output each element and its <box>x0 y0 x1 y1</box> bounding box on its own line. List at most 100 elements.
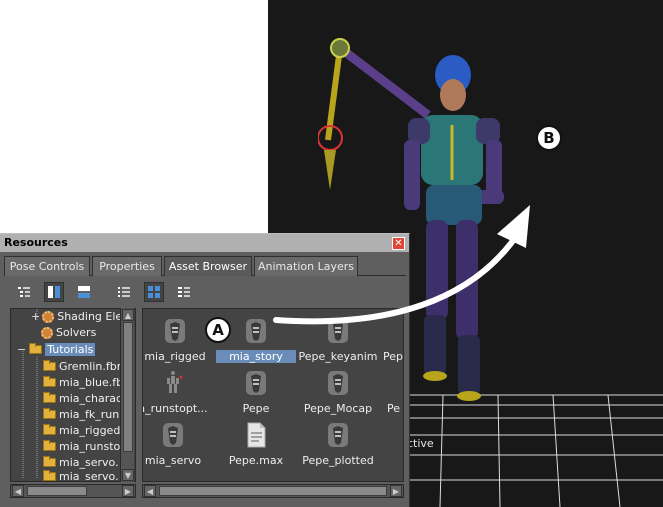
viewer-status-text: ctive <box>407 437 434 450</box>
scroll-left-icon[interactable]: ◀ <box>144 485 156 497</box>
asset-item[interactable]: Pep <box>355 315 403 371</box>
tree-item-label: Gremlin.fbm <box>59 360 128 373</box>
folder-icon <box>43 408 56 419</box>
folder-icon <box>43 470 56 481</box>
asset-item[interactable]: mia_servo <box>143 419 213 475</box>
tree-item-folder[interactable]: mia_rigged <box>43 423 120 438</box>
callout-b: B <box>536 125 562 151</box>
callout-a: A <box>205 317 231 343</box>
folder-icon <box>43 456 56 467</box>
gear-icon <box>42 310 55 323</box>
asset-label: Pepe.max <box>228 454 284 467</box>
asset-item[interactable]: a_runstopt... <box>142 367 213 423</box>
tab-asset-browser[interactable]: Asset Browser <box>164 256 252 276</box>
close-icon: ✕ <box>394 237 403 249</box>
scroll-right-icon[interactable]: ▶ <box>122 485 134 497</box>
tree-vertical-scrollbar[interactable]: ▲ ▼ <box>120 308 134 482</box>
scroll-thumb[interactable] <box>123 322 133 452</box>
icon-view-icon[interactable] <box>144 282 164 302</box>
tree-item-label: mia_charac <box>59 392 123 405</box>
fbx-file-icon <box>328 371 348 395</box>
tree-item-folder[interactable]: mia_servo. <box>43 455 119 470</box>
tree-item-label: mia_servo. <box>59 470 119 482</box>
asset-label: mia_servo <box>144 454 202 467</box>
fbx-file-icon <box>246 371 266 395</box>
title-bar[interactable]: Resources ✕ <box>0 234 409 252</box>
tree-item-label: Shading Ele <box>57 310 123 323</box>
folder-icon <box>43 376 56 387</box>
tab-properties[interactable]: Properties <box>92 256 162 276</box>
resources-window: Resources ✕ Pose Controls Properties Ass… <box>0 233 410 507</box>
fbx-file-icon <box>328 319 348 343</box>
scroll-thumb[interactable] <box>159 486 387 496</box>
folder-icon <box>43 424 56 435</box>
close-button[interactable]: ✕ <box>392 237 405 250</box>
tree-item-label: mia_blue.fb <box>59 376 124 389</box>
tree-item-label: Solvers <box>56 326 97 339</box>
asset-label: mia_story <box>216 350 296 363</box>
window-title: Resources <box>4 236 68 249</box>
asset-label: Pepe <box>242 402 270 415</box>
asset-item[interactable]: Pepe.max <box>216 419 296 475</box>
tab-animation-layers[interactable]: Animation Layers <box>254 256 358 276</box>
callout-a-label: A <box>212 321 224 339</box>
asset-browser-toolbar <box>12 282 202 302</box>
tree-item-label: mia_rigged <box>59 424 121 437</box>
tree-item-label: mia_fk_run <box>59 408 120 421</box>
tree-item-folder[interactable]: Gremlin.fbm <box>43 359 127 374</box>
document-icon <box>247 422 266 448</box>
tree-item-folder[interactable]: mia_runsto <box>43 439 120 454</box>
tree-item-folder[interactable]: mia_servo. <box>43 469 119 482</box>
tab-label: Properties <box>99 260 155 273</box>
fbx-file-icon <box>165 319 185 343</box>
tree-item-folder[interactable]: mia_charac <box>43 391 122 406</box>
asset-label: Pep <box>383 350 403 363</box>
tab-bar: Pose Controls Properties Asset Browser A… <box>4 256 406 276</box>
list-view-icon[interactable] <box>114 282 134 302</box>
scroll-thumb[interactable] <box>27 486 87 496</box>
tab-label: Animation Layers <box>258 260 354 273</box>
asset-item[interactable]: Pepe <box>216 367 296 423</box>
tree-item-folder[interactable]: mia_blue.fb <box>43 375 123 390</box>
tab-pose-controls[interactable]: Pose Controls <box>4 256 90 276</box>
asset-item[interactable]: Pepe_plotted <box>298 419 378 475</box>
folder-icon <box>43 440 56 451</box>
asset-label: mia_rigged <box>144 350 206 363</box>
tab-label: Asset Browser <box>168 260 248 273</box>
tree-item-label: mia_servo. <box>59 456 119 469</box>
expand-icon[interactable]: + <box>31 310 40 323</box>
tree-item-folder[interactable]: mia_fk_run <box>43 407 119 422</box>
folder-tree[interactable]: + Shading Ele Solvers − Tutorials Gremli… <box>10 308 136 482</box>
animation-preview-icon <box>167 371 183 393</box>
folder-icon <box>43 392 56 403</box>
fbx-file-icon <box>328 423 348 447</box>
asset-horizontal-scrollbar[interactable]: ◀ ▶ <box>142 484 404 498</box>
tree-horizontal-scrollbar[interactable]: ◀ ▶ <box>10 484 136 498</box>
detail-view-icon[interactable] <box>174 282 194 302</box>
callout-b-label: B <box>543 129 555 147</box>
tree-item-solvers[interactable]: Solvers <box>41 325 96 340</box>
fbx-file-icon <box>246 319 266 343</box>
scroll-up-icon[interactable]: ▲ <box>122 309 134 321</box>
tree-item-label: Tutorials <box>45 343 96 356</box>
tree-item-shading-elements[interactable]: + Shading Ele <box>31 309 122 324</box>
collapse-icon[interactable]: − <box>17 343 26 356</box>
asset-grid[interactable]: mia_rigged mia_story Pepe_keyanim Pep a_… <box>142 308 404 482</box>
split-vertical-icon[interactable] <box>44 282 64 302</box>
folder-icon <box>29 343 43 354</box>
tree-view-icon[interactable] <box>14 282 34 302</box>
scroll-left-icon[interactable]: ◀ <box>12 485 24 497</box>
scroll-down-icon[interactable]: ▼ <box>122 469 134 481</box>
tree-item-label: mia_runsto <box>59 440 121 453</box>
asset-item[interactable]: Pe <box>355 367 403 423</box>
asset-label: a_runstopt... <box>142 402 208 415</box>
folder-icon <box>43 360 56 371</box>
asset-label: Pe <box>387 402 401 415</box>
scroll-right-icon[interactable]: ▶ <box>390 485 402 497</box>
tree-connector-lines <box>22 309 38 479</box>
tab-label: Pose Controls <box>9 260 85 273</box>
asset-item[interactable]: mia_rigged <box>143 315 215 371</box>
asset-label: Pepe_plotted <box>302 454 374 467</box>
tree-item-tutorials[interactable]: − Tutorials <box>17 342 96 357</box>
split-horizontal-icon[interactable] <box>74 282 94 302</box>
